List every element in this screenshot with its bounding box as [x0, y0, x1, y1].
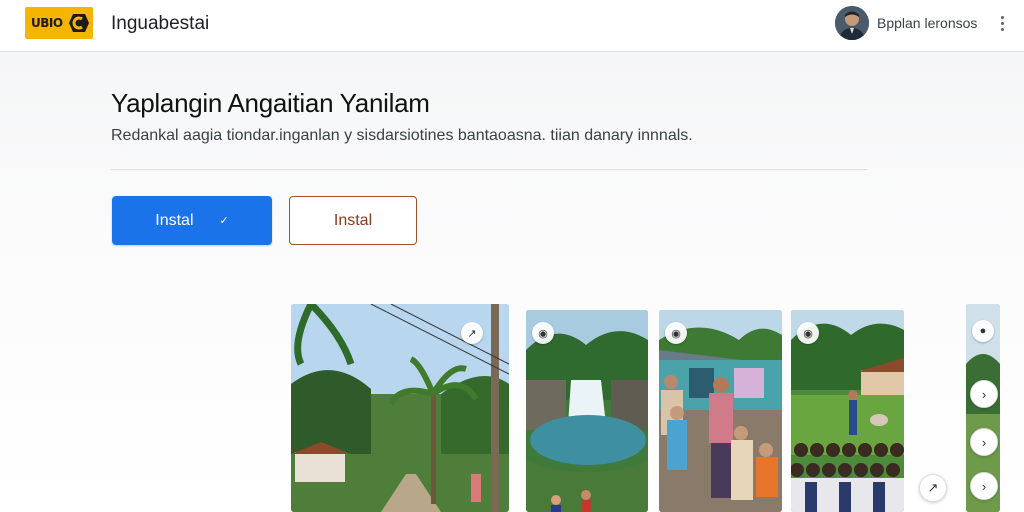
expand-button[interactable]: ↗ — [919, 474, 947, 502]
divider — [111, 169, 867, 170]
avatar-photo — [835, 6, 869, 40]
gallery-card-village-road[interactable]: ↗ — [291, 304, 509, 512]
install-button-primary[interactable]: Instal ✓ — [112, 196, 272, 245]
install-button-label: Instal — [155, 211, 194, 229]
expand-icon[interactable]: ↗ — [461, 322, 483, 344]
more-vert-icon[interactable] — [992, 12, 1012, 34]
record-icon[interactable]: ◉ — [665, 322, 687, 344]
app-name: Inguabestai — [111, 13, 210, 34]
app-logo[interactable]: UBIO — [25, 7, 93, 39]
user-avatar[interactable] — [835, 6, 869, 40]
next-arrow-icon[interactable]: › — [970, 380, 998, 408]
logo-mark-icon — [68, 14, 89, 32]
page-title: Yaplangin Angaitian Yanilam — [111, 88, 430, 118]
gallery-card-waterfall[interactable]: ◉ — [526, 310, 648, 512]
next-arrow-icon[interactable]: › — [970, 428, 998, 456]
record-icon[interactable]: ● — [972, 320, 994, 342]
gallery-card-villagers-house[interactable]: ◉ — [659, 310, 782, 512]
top-bar: UBIO Inguabestai Bpplan leronsos — [0, 0, 1024, 52]
install-button-secondary[interactable]: Instal — [289, 196, 417, 245]
next-arrow-icon[interactable]: › — [970, 472, 998, 500]
logo-text: UBIO — [31, 16, 63, 30]
check-icon: ✓ — [219, 215, 229, 227]
record-icon[interactable]: ◉ — [797, 322, 819, 344]
user-name[interactable]: Bpplan leronsos — [877, 15, 977, 31]
gallery-card-crowd-field[interactable]: ◉ — [791, 310, 904, 512]
page-description: Redankal aagia tiondar.inganlan y sisdar… — [111, 127, 693, 144]
record-icon[interactable]: ◉ — [532, 322, 554, 344]
